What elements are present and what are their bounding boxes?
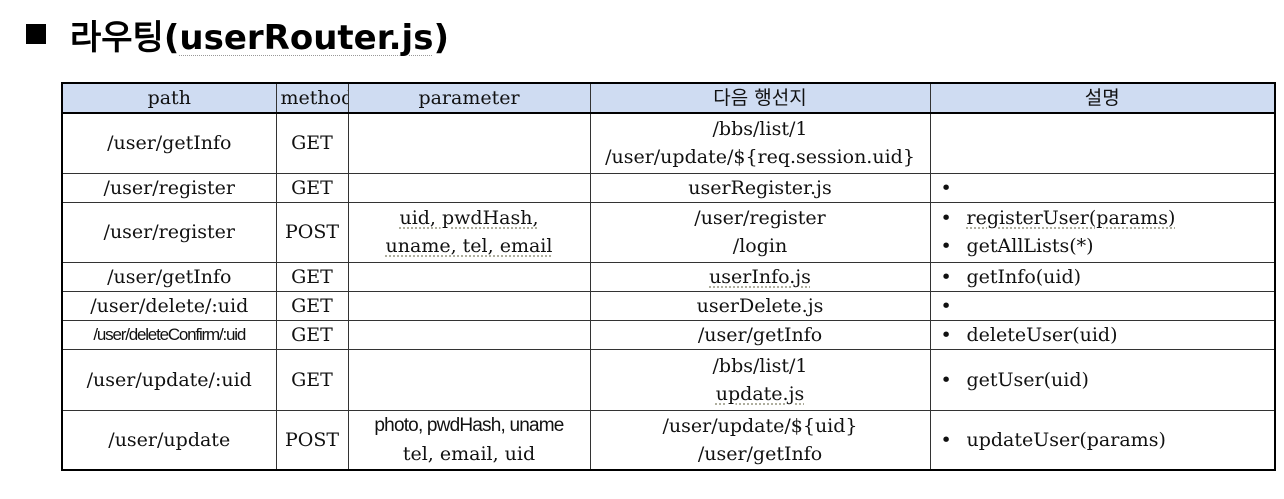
cell-next: userDelete.js <box>589 290 931 321</box>
table-row: /user/deleteConfirm/:uid GET /user/getIn… <box>61 319 1276 350</box>
cell-parameter: photo, pwdHash, uname tel, email, uid <box>347 409 591 471</box>
cell-description: getUser(uid) <box>929 348 1276 411</box>
cell-method: POST <box>275 201 349 263</box>
cell-next: /user/update/${uid} /user/getInfo <box>589 409 931 471</box>
header-parameter: parameter <box>347 82 591 114</box>
table-row: /user/register GET userRegister.js <box>61 172 1276 203</box>
cell-description: updateUser(params) <box>929 409 1276 471</box>
cell-path: /user/register <box>61 172 277 203</box>
cell-method: GET <box>275 348 349 411</box>
cell-parameter <box>347 348 591 411</box>
header-description: 설명 <box>929 82 1276 114</box>
table-row: /user/update/:uid GET /bbs/list/1 update… <box>61 348 1276 411</box>
table-row: /user/update POST photo, pwdHash, uname … <box>61 409 1276 471</box>
cell-parameter <box>347 261 591 292</box>
table-row: /user/register POST uid, pwdHash, uname,… <box>61 201 1276 263</box>
cell-next: /user/getInfo <box>589 319 931 350</box>
routing-table: path method parameter 다음 행선지 설명 /user/ge… <box>61 82 1276 471</box>
cell-path: /user/getInfo <box>61 112 277 174</box>
header-path: path <box>61 82 277 114</box>
page-title: 라우팅(userRouter.js) <box>26 12 449 58</box>
cell-method: GET <box>275 261 349 292</box>
cell-path: /user/update/:uid <box>61 348 277 411</box>
table-row: /user/getInfo GET userInfo.js getInfo(ui… <box>61 261 1276 292</box>
cell-next: userInfo.js <box>589 261 931 292</box>
cell-path: /user/deleteConfirm/:uid <box>61 319 277 350</box>
square-bullet-icon <box>26 24 46 44</box>
cell-parameter <box>347 319 591 350</box>
cell-description: getInfo(uid) <box>929 261 1276 292</box>
cell-description: registerUser(params) getAllLists(*) <box>929 201 1276 263</box>
cell-path: /user/update <box>61 409 277 471</box>
cell-path: /user/getInfo <box>61 261 277 292</box>
cell-method: GET <box>275 290 349 321</box>
cell-parameter <box>347 172 591 203</box>
cell-next: /bbs/list/1 update.js <box>589 348 931 411</box>
table-header-row: path method parameter 다음 행선지 설명 <box>61 82 1276 114</box>
cell-description <box>929 172 1276 203</box>
cell-next: userRegister.js <box>589 172 931 203</box>
cell-description: deleteUser(uid) <box>929 319 1276 350</box>
cell-next: /user/register /login <box>589 201 931 263</box>
cell-parameter <box>347 290 591 321</box>
cell-method: GET <box>275 112 349 174</box>
cell-description <box>929 290 1276 321</box>
table-row: /user/delete/:uid GET userDelete.js <box>61 290 1276 321</box>
cell-path: /user/delete/:uid <box>61 290 277 321</box>
cell-parameter <box>347 112 591 174</box>
header-next-destination: 다음 행선지 <box>589 82 931 114</box>
cell-path: /user/register <box>61 201 277 263</box>
table-row: /user/getInfo GET /bbs/list/1 /user/upda… <box>61 112 1276 174</box>
cell-method: GET <box>275 319 349 350</box>
title-text: 라우팅(userRouter.js) <box>70 17 449 58</box>
header-method: method <box>275 82 349 114</box>
cell-method: GET <box>275 172 349 203</box>
cell-description <box>929 112 1276 174</box>
cell-next: /bbs/list/1 /user/update/${req.session.u… <box>589 112 931 174</box>
cell-method: POST <box>275 409 349 471</box>
cell-parameter: uid, pwdHash, uname, tel, email <box>347 201 591 263</box>
